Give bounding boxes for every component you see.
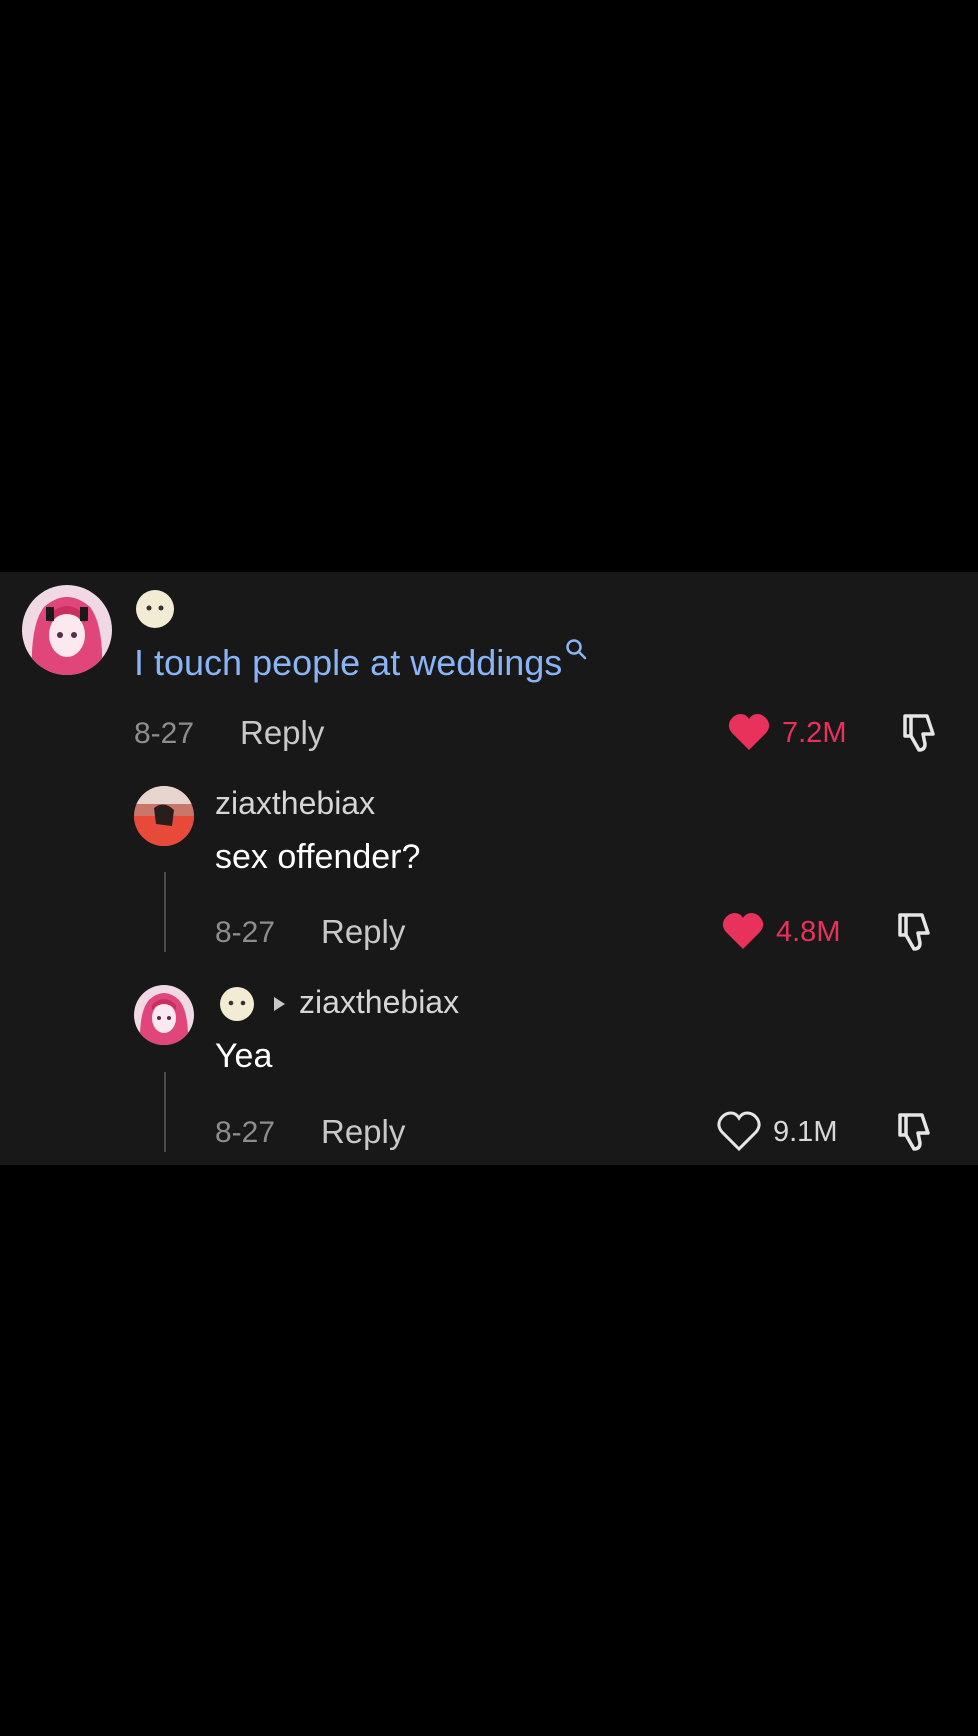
thread-line bbox=[164, 872, 166, 952]
avatar[interactable] bbox=[134, 985, 194, 1045]
comment-text: Yea bbox=[215, 1037, 273, 1075]
comment-text: sex offender? bbox=[215, 838, 421, 876]
dislike-icon[interactable] bbox=[892, 1109, 936, 1153]
comment-date: 8-27 bbox=[215, 916, 276, 949]
avatar[interactable] bbox=[134, 786, 194, 846]
search-icon[interactable] bbox=[564, 637, 588, 661]
reply-to-username[interactable]: ziaxthebiax bbox=[299, 984, 459, 1021]
comment-text[interactable]: I touch people at weddings bbox=[134, 642, 562, 683]
reply-button[interactable]: Reply bbox=[240, 714, 324, 752]
dislike-icon[interactable] bbox=[892, 909, 936, 953]
dislike-icon[interactable] bbox=[897, 710, 941, 754]
avatar[interactable] bbox=[22, 585, 112, 675]
thread-line bbox=[164, 1072, 166, 1152]
username[interactable]: ziaxthebiax bbox=[215, 785, 375, 822]
heart-icon[interactable] bbox=[721, 909, 765, 953]
like-count: 9.1M bbox=[773, 1116, 838, 1148]
emoji-avatar-icon bbox=[134, 588, 176, 630]
comment-date: 8-27 bbox=[134, 717, 195, 750]
reply-arrow-icon bbox=[272, 996, 286, 1012]
emoji-avatar-icon bbox=[218, 985, 256, 1023]
comment-date: 8-27 bbox=[215, 1116, 276, 1149]
comment-text-search-link[interactable]: I touch people at weddings bbox=[134, 639, 587, 684]
comments-panel: I touch people at weddings 8-27 Reply 7.… bbox=[0, 572, 978, 1165]
heart-icon[interactable] bbox=[717, 1109, 761, 1153]
reply-button[interactable]: Reply bbox=[321, 913, 405, 951]
heart-icon[interactable] bbox=[727, 710, 771, 754]
reply-button[interactable]: Reply bbox=[321, 1113, 405, 1151]
like-count: 4.8M bbox=[776, 916, 841, 948]
like-count: 7.2M bbox=[782, 717, 847, 749]
